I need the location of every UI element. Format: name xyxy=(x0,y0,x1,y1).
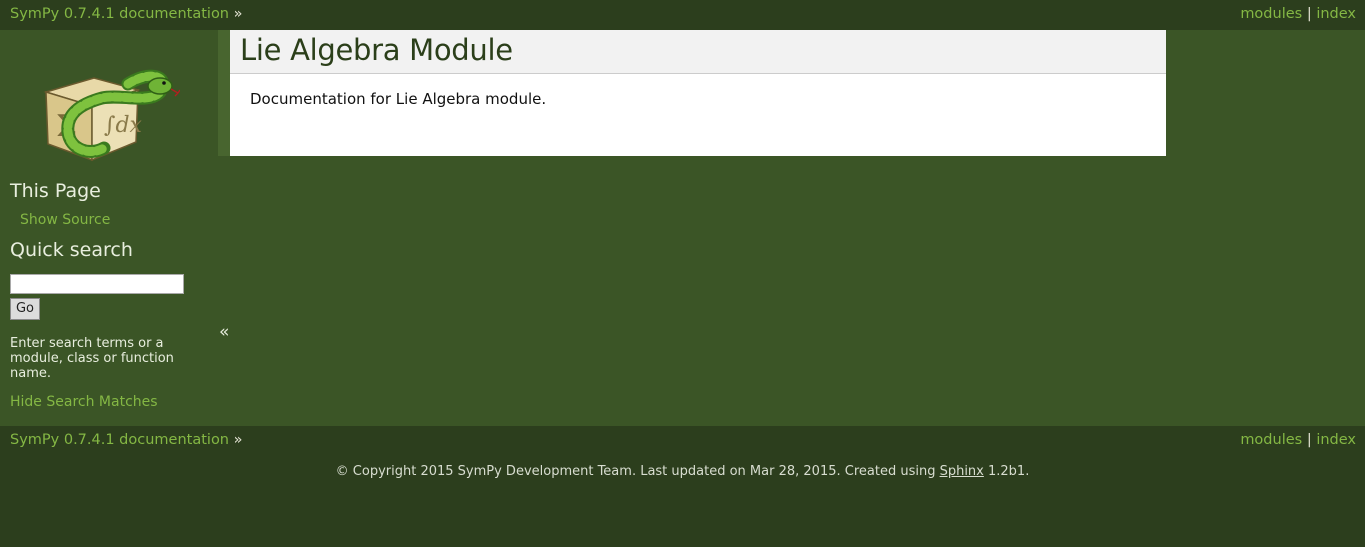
page-title: Lie Algebra Module xyxy=(240,33,513,67)
quick-search-heading: Quick search xyxy=(10,239,133,261)
relbar-right-bottom: modules | index xyxy=(1240,426,1356,454)
index-link[interactable]: index xyxy=(1316,6,1356,22)
footer: © Copyright 2015 SymPy Development Team.… xyxy=(0,456,1365,547)
search-hint: Enter search terms or a module, class or… xyxy=(10,336,174,381)
relbar-separator-bottom: | xyxy=(1306,432,1312,448)
bottom-relbar: SymPy 0.7.4.1 documentation » modules | … xyxy=(0,426,1365,456)
sidebar-collapse-icon[interactable]: « xyxy=(219,322,229,342)
sphinx-version: 1.2b1. xyxy=(983,464,1030,479)
this-page-heading: This Page xyxy=(10,180,101,202)
breadcrumb-chevron: » xyxy=(233,6,243,22)
sidebar: Σ ∫dx This Page Show Source Quick search… xyxy=(0,30,218,426)
sympy-logo-icon: Σ ∫dx xyxy=(43,69,180,162)
title-band: Lie Algebra Module xyxy=(230,30,1166,74)
modules-link-bottom[interactable]: modules xyxy=(1240,432,1302,448)
page-body-text: Documentation for Lie Algebra module. xyxy=(250,90,547,108)
sphinx-link[interactable]: Sphinx xyxy=(940,464,984,479)
copyright-text: © Copyright 2015 SymPy Development Team.… xyxy=(335,464,940,479)
relbar-right: modules | index xyxy=(1240,0,1356,28)
svg-text:∫dx: ∫dx xyxy=(104,113,143,138)
hide-search-matches-link[interactable]: Hide Search Matches xyxy=(10,394,158,410)
sidebar-collapse-strip[interactable] xyxy=(218,30,230,156)
relbar-separator: | xyxy=(1306,6,1312,22)
relbar-left-bottom: SymPy 0.7.4.1 documentation » xyxy=(10,426,243,454)
modules-link[interactable]: modules xyxy=(1240,6,1302,22)
show-source-link[interactable]: Show Source xyxy=(20,212,110,228)
breadcrumb-chevron-bottom: » xyxy=(233,432,243,448)
relbar-left: SymPy 0.7.4.1 documentation » xyxy=(10,0,243,28)
search-input[interactable] xyxy=(10,274,184,294)
index-link-bottom[interactable]: index xyxy=(1316,432,1356,448)
go-button[interactable]: Go xyxy=(10,298,40,320)
top-relbar: SymPy 0.7.4.1 documentation » modules | … xyxy=(0,0,1365,30)
document-area: Σ ∫dx This Page Show Source Quick search… xyxy=(0,30,1365,426)
home-link[interactable]: SymPy 0.7.4.1 documentation xyxy=(10,6,229,22)
document-body: Lie Algebra Module Documentation for Lie… xyxy=(230,30,1166,156)
home-link-bottom[interactable]: SymPy 0.7.4.1 documentation xyxy=(10,432,229,448)
footer-line: © Copyright 2015 SymPy Development Team.… xyxy=(0,464,1365,479)
